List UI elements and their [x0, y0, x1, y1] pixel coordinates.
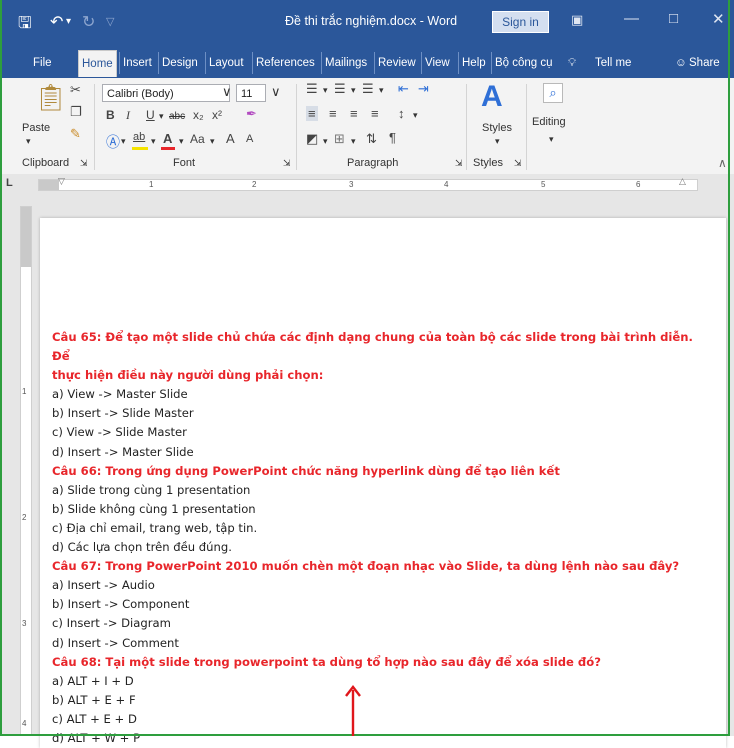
annotation-arrow-icon — [345, 685, 361, 736]
window-frame — [0, 0, 730, 736]
